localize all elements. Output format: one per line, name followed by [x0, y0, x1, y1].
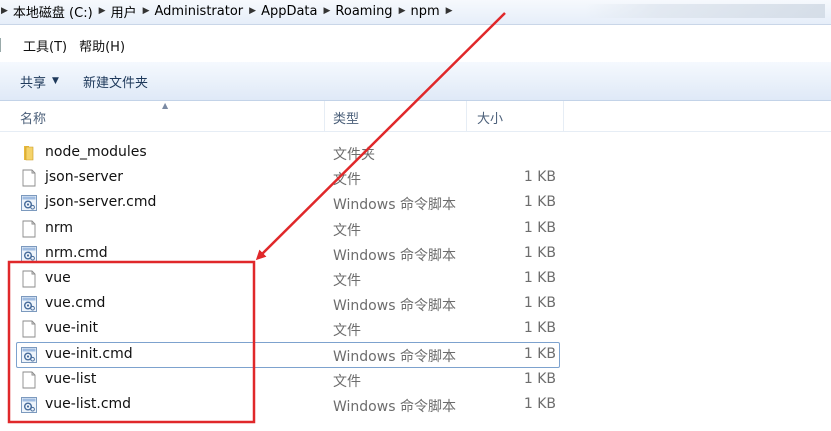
- column-divider[interactable]: [324, 101, 325, 131]
- file-type: 文件: [333, 222, 361, 239]
- chevron-right-icon[interactable]: ▶: [248, 6, 257, 16]
- file-row[interactable]: vue.cmd Windows 命令脚本 1 KB: [16, 291, 560, 317]
- menu-divider: [0, 38, 7, 52]
- cmd-script-icon: [20, 245, 38, 263]
- cmd-script-icon: [20, 346, 38, 364]
- file-icon: [20, 270, 38, 288]
- column-divider[interactable]: [563, 101, 564, 131]
- file-name: vue.cmd: [45, 295, 106, 312]
- file-name: nrm.cmd: [45, 244, 108, 261]
- file-icon: [20, 320, 38, 338]
- file-name: vue-init.cmd: [45, 345, 133, 362]
- breadcrumb-item-npm[interactable]: npm: [406, 4, 444, 19]
- file-size: 1 KB: [523, 320, 556, 337]
- breadcrumb-item-appdata[interactable]: AppData: [257, 4, 322, 19]
- file-row[interactable]: vue-init.cmd Windows 命令脚本 1 KB: [16, 341, 560, 368]
- file-type: Windows 命令脚本: [333, 348, 456, 365]
- cmd-script-icon: [20, 396, 38, 414]
- cmd-script-icon: [20, 194, 38, 212]
- chevron-right-icon[interactable]: ▶: [398, 6, 407, 16]
- breadcrumb: ▶ 本地磁盘 (C:) ▶ 用户 ▶ Administrator ▶ AppDa…: [0, 0, 454, 22]
- file-icon: [20, 169, 38, 187]
- file-name: vue-list.cmd: [45, 396, 132, 412]
- file-size: 1 KB: [523, 194, 556, 211]
- new-folder-label: 新建文件夹: [82, 75, 148, 91]
- menu-bar: 工具(T) 帮助(H): [0, 34, 831, 56]
- file-name: vue: [45, 270, 71, 286]
- file-name: json-server: [45, 169, 123, 186]
- file-size: 1 KB: [523, 169, 556, 186]
- sort-ascending-icon: ▲: [162, 101, 169, 110]
- file-size: 1 KB: [523, 244, 556, 261]
- command-bar: 共享 ▼ 新建文件夹: [0, 62, 831, 101]
- file-name: vue-init: [45, 320, 98, 337]
- file-size: 1 KB: [523, 345, 556, 362]
- file-type: Windows 命令脚本: [333, 298, 456, 315]
- search-box-blurred[interactable]: [585, 4, 825, 18]
- chevron-right-icon[interactable]: ▶: [142, 6, 151, 16]
- chevron-right-icon[interactable]: ▶: [323, 6, 332, 16]
- column-divider[interactable]: [466, 101, 467, 131]
- file-row[interactable]: json-server 文件 1 KB: [16, 165, 560, 191]
- file-row[interactable]: vue-list 文件 1 KB: [16, 367, 560, 393]
- file-type: 文件: [333, 172, 361, 189]
- file-row[interactable]: node_modules 文件夹: [16, 140, 560, 166]
- column-header-name[interactable]: 名称: [20, 108, 46, 127]
- file-type: Windows 命令脚本: [333, 399, 456, 415]
- address-bar[interactable]: ▶ 本地磁盘 (C:) ▶ 用户 ▶ Administrator ▶ AppDa…: [0, 0, 831, 25]
- new-folder-button[interactable]: 新建文件夹: [69, 72, 158, 91]
- file-name: nrm: [45, 219, 74, 236]
- file-row[interactable]: vue-list.cmd Windows 命令脚本 1 KB: [16, 392, 560, 418]
- chevron-right-icon[interactable]: ▶: [445, 6, 454, 16]
- file-size: 1 KB: [523, 396, 556, 412]
- chevron-down-icon: ▼: [52, 76, 59, 86]
- file-size: 1 KB: [523, 270, 556, 286]
- menu-item-help[interactable]: 帮助(H): [73, 36, 131, 55]
- file-name: json-server.cmd: [45, 194, 157, 211]
- file-size: 1 KB: [523, 295, 556, 312]
- file-row[interactable]: nrm 文件 1 KB: [16, 216, 560, 242]
- file-type: Windows 命令脚本: [333, 197, 456, 214]
- file-type: 文件: [333, 323, 361, 340]
- chevron-right-icon[interactable]: ▶: [98, 6, 107, 16]
- breadcrumb-item-administrator[interactable]: Administrator: [151, 4, 249, 19]
- column-header-type[interactable]: 类型: [333, 108, 359, 127]
- file-type: 文件夹: [333, 147, 375, 163]
- chevron-right-icon[interactable]: ▶: [0, 6, 9, 16]
- file-row[interactable]: nrm.cmd Windows 命令脚本 1 KB: [16, 241, 560, 267]
- column-header-size[interactable]: 大小: [477, 108, 503, 127]
- explorer-window: ▶ 本地磁盘 (C:) ▶ 用户 ▶ Administrator ▶ AppDa…: [0, 0, 831, 431]
- file-icon: [20, 220, 38, 238]
- file-name: node_modules: [45, 144, 147, 160]
- file-row[interactable]: vue-init 文件 1 KB: [16, 316, 560, 342]
- file-size: 1 KB: [523, 219, 556, 236]
- file-icon: [20, 371, 38, 389]
- folder-icon: [20, 144, 38, 162]
- cmd-script-icon: [20, 295, 38, 313]
- file-type: Windows 命令脚本: [333, 247, 456, 264]
- breadcrumb-item-drive[interactable]: 本地磁盘 (C:): [9, 2, 98, 21]
- file-size: 1 KB: [523, 370, 556, 387]
- share-button[interactable]: 共享 ▼: [0, 72, 69, 91]
- file-type: 文件: [333, 373, 361, 390]
- file-row[interactable]: json-server.cmd Windows 命令脚本 1 KB: [16, 190, 560, 216]
- file-row[interactable]: vue 文件 1 KB: [16, 266, 560, 292]
- share-label: 共享: [20, 75, 47, 91]
- breadcrumb-item-users[interactable]: 用户: [107, 2, 142, 21]
- file-name: vue-list: [45, 370, 97, 387]
- menu-item-tools[interactable]: 工具(T): [17, 36, 73, 55]
- file-type: 文件: [333, 273, 361, 289]
- breadcrumb-item-roaming[interactable]: Roaming: [331, 4, 397, 19]
- column-header-row: ▲ 名称 类型 大小: [0, 101, 831, 132]
